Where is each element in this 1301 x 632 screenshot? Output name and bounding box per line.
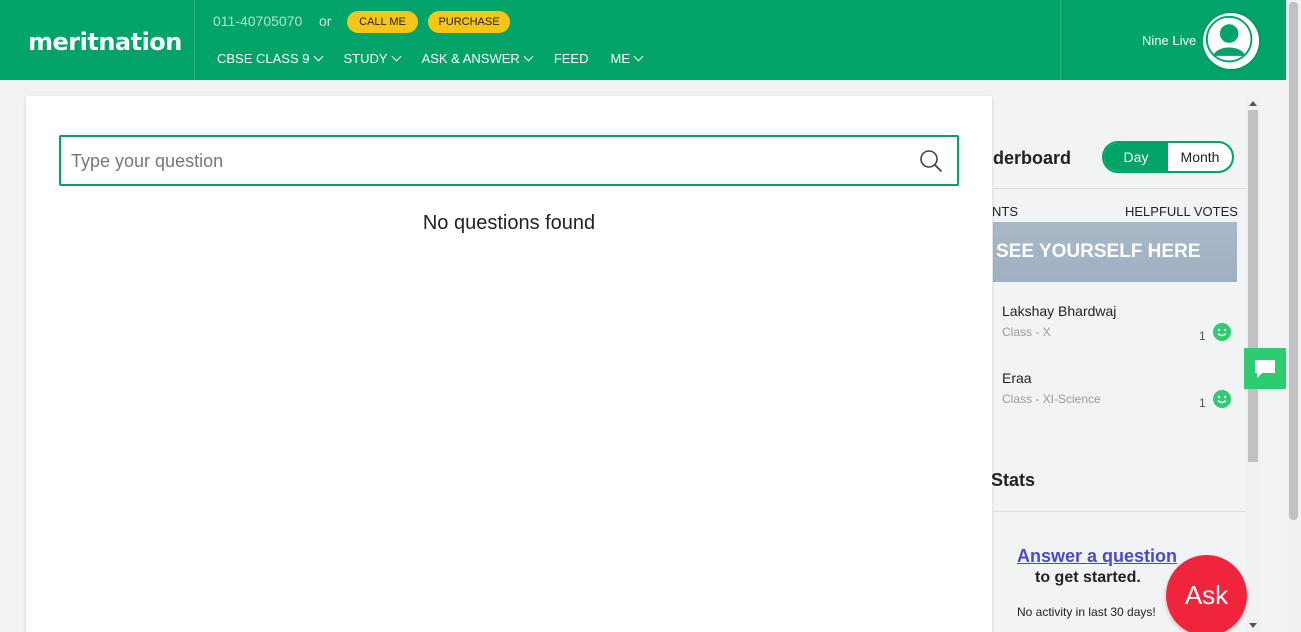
- nav-item-feed[interactable]: FEED: [554, 51, 589, 66]
- scroll-thumb[interactable]: [1248, 110, 1258, 462]
- chevron-down-icon: [391, 51, 402, 62]
- call-me-button[interactable]: CALL ME: [347, 11, 418, 33]
- column-header-votes: HELPFULL VOTES: [1125, 204, 1238, 219]
- nav-item-class[interactable]: CBSE CLASS 9: [217, 51, 323, 66]
- header-divider: [1060, 0, 1061, 80]
- get-started-text: to get started.: [1035, 569, 1141, 586]
- header-divider: [194, 0, 195, 80]
- leader-class: Class - XI-Science: [1002, 392, 1101, 406]
- answer-question-link[interactable]: Answer a question: [1017, 546, 1177, 567]
- nav-item-label: STUDY: [343, 51, 388, 66]
- chat-bubble-icon: [1255, 359, 1275, 378]
- chevron-down-icon: [633, 51, 644, 62]
- smile-icon: [1213, 390, 1231, 408]
- meritnation-logo[interactable]: meritnation: [26, 22, 182, 62]
- nav-item-label: ME: [610, 51, 630, 66]
- question-search-box: [59, 135, 959, 186]
- page-scrollbar[interactable]: [1286, 0, 1301, 632]
- leader-class: Class - X: [1002, 325, 1051, 339]
- see-yourself-banner: SEE YOURSELF HERE: [993, 222, 1237, 282]
- leader-votes: 1: [1199, 396, 1206, 410]
- leader-name: Eraa: [1002, 370, 1032, 386]
- chat-button[interactable]: [1244, 348, 1286, 389]
- user-name[interactable]: Nine Live: [1142, 33, 1196, 48]
- search-input[interactable]: [71, 149, 891, 173]
- nav-item-label: ASK & ANSWER: [421, 51, 520, 66]
- brand-name: meritnation: [28, 28, 182, 56]
- main-nav: CBSE CLASS 9 STUDY ASK & ANSWER FEED ME: [217, 51, 664, 66]
- nav-item-me[interactable]: ME: [610, 51, 644, 66]
- chevron-down-icon: [313, 51, 323, 62]
- leaderboard-title: derboard: [993, 148, 1072, 168]
- divider: [993, 511, 1246, 512]
- user-avatar-icon: [1205, 15, 1253, 63]
- divider: [993, 188, 1246, 189]
- scroll-down-arrow-icon[interactable]: [1249, 623, 1257, 628]
- scroll-up-arrow-icon[interactable]: [1249, 101, 1257, 106]
- column-header-students: NTS: [992, 204, 1018, 219]
- page-scroll-thumb[interactable]: [1289, 2, 1298, 520]
- empty-state-message: No questions found: [422, 212, 596, 234]
- nav-item-ask-answer[interactable]: ASK & ANSWER: [421, 51, 534, 66]
- top-header: meritnation 011-40705070 or CALL ME PURC…: [0, 0, 1286, 80]
- nav-item-label: CBSE CLASS 9: [217, 51, 310, 66]
- search-icon[interactable]: [919, 149, 943, 173]
- period-toggle: Day Month: [1102, 141, 1234, 173]
- toggle-day[interactable]: Day: [1104, 143, 1168, 171]
- avatar[interactable]: [1203, 13, 1259, 69]
- or-label: or: [319, 13, 332, 29]
- nav-item-study[interactable]: STUDY: [343, 51, 402, 66]
- no-activity-text: No activity in last 30 days!: [1017, 605, 1156, 619]
- leader-name: Lakshay Bhardwaj: [1002, 303, 1117, 319]
- smile-icon: [1213, 323, 1231, 341]
- leaderboard-row[interactable]: Lakshay Bhardwaj Class - X 1: [1002, 303, 1242, 343]
- stats-title: Stats: [991, 470, 1036, 490]
- leaderboard-row[interactable]: Eraa Class - XI-Science 1: [1002, 370, 1242, 410]
- leader-votes: 1: [1199, 329, 1206, 343]
- ask-button[interactable]: Ask: [1166, 555, 1247, 632]
- purchase-button[interactable]: PURCHASE: [428, 11, 510, 33]
- questions-panel: No questions found: [26, 96, 992, 632]
- nav-item-label: FEED: [553, 51, 589, 66]
- chevron-down-icon: [523, 51, 534, 62]
- phone-number: 011-40705070: [213, 13, 303, 29]
- toggle-month[interactable]: Month: [1168, 143, 1232, 171]
